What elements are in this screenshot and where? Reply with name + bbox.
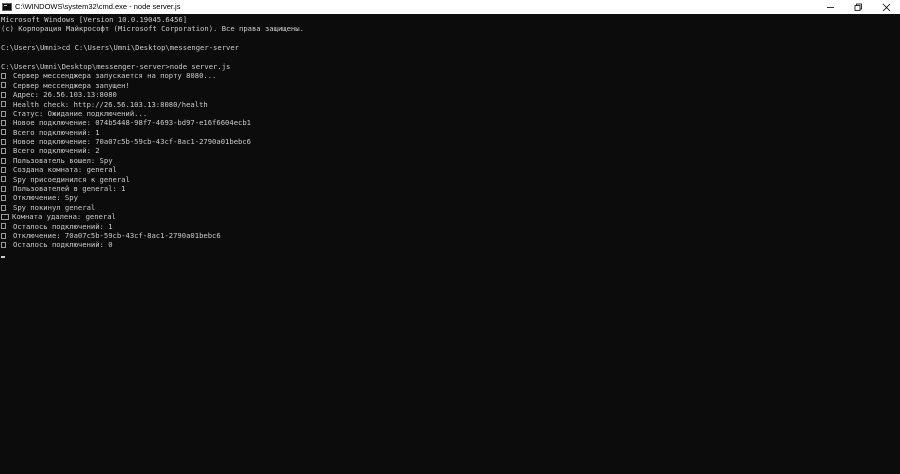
- console-line: Пользователь вошел: Spy: [1, 156, 897, 165]
- unknown-glyph-icon: [1, 82, 6, 89]
- console-line: Spy покинул general: [1, 203, 897, 212]
- console-line-text: Отключение: Spy: [13, 193, 78, 203]
- unknown-glyph-icon: [1, 232, 6, 239]
- title-bar[interactable]: C:\WINDOWS\system32\cmd.exe - node serve…: [0, 0, 900, 14]
- console-line: Health check: http://26.56.103.13:8080/h…: [1, 100, 897, 109]
- console-output[interactable]: Microsoft Windows [Version 10.0.19045.64…: [1, 15, 897, 470]
- unknown-glyph-icon: [1, 129, 6, 136]
- console-line-text: Пользователь вошел: Spy: [13, 155, 113, 165]
- console-line-text: Spy покинул general: [13, 202, 96, 212]
- console-line-text: Комната удалена: general: [12, 212, 116, 222]
- console-line: Комната удалена: general: [1, 212, 897, 221]
- console-line-text: Адрес: 26.56.103.13:8080: [13, 90, 117, 100]
- console-line: Осталось подключений: 0: [1, 240, 897, 249]
- close-button[interactable]: [872, 0, 900, 14]
- console-line-text: Осталось подключений: 0: [13, 240, 113, 250]
- unknown-glyph-icon: [1, 110, 6, 117]
- console-line-text: Health check: http://26.56.103.13:8080/h…: [13, 99, 208, 109]
- unknown-glyph-icon: [1, 101, 6, 108]
- console-line: (c) Корпорация Майкрософт (Microsoft Cor…: [1, 24, 897, 33]
- unknown-glyph-icon: [1, 223, 6, 230]
- text-cursor: [1, 255, 5, 258]
- cmd-window: C:\WINDOWS\system32\cmd.exe - node serve…: [0, 0, 900, 474]
- console-line-text: Статус: Ожидание подключений...: [13, 108, 148, 118]
- unknown-glyph-icon: [1, 73, 6, 80]
- minimize-icon: [826, 6, 834, 8]
- console-line: Отключение: Spy: [1, 193, 897, 202]
- unknown-glyph-icon: [1, 176, 6, 183]
- unknown-glyph-icon: [1, 91, 6, 98]
- unknown-glyph-icon: [1, 166, 6, 173]
- console-line: Новое подключение: 70a07c5b-59cb-43cf-8a…: [1, 137, 897, 146]
- unknown-glyph-icon: [1, 148, 6, 155]
- console-line: Microsoft Windows [Version 10.0.19045.64…: [1, 15, 897, 24]
- console-line: Spy присоединился к general: [1, 175, 897, 184]
- prompt-line[interactable]: [1, 250, 897, 259]
- console-line-text: Всего подключений: 2: [13, 146, 100, 156]
- console-line: Адрес: 26.56.103.13:8080: [1, 90, 897, 99]
- console-line: Сервер мессенджера запущен!: [1, 81, 897, 90]
- cmd-icon[interactable]: [2, 3, 12, 11]
- maximize-icon: [854, 3, 862, 11]
- console-line: Создана комната: general: [1, 165, 897, 174]
- unknown-glyph-icon: [1, 157, 6, 164]
- unknown-glyph-icon: [1, 185, 6, 192]
- console-line-text: Сервер мессенджера запущен!: [13, 80, 130, 90]
- console-line: Новое подключение: 074b5448-98f7-4693-bd…: [1, 118, 897, 127]
- console-line-text: (c) Корпорация Майкрософт (Microsoft Cor…: [1, 24, 304, 34]
- console-line: Всего подключений: 1: [1, 128, 897, 137]
- console-line-text: Отключение: 70a07c5b-59cb-43cf-8ac1-2790…: [13, 230, 221, 240]
- console-line-text: Осталось подключений: 1: [13, 221, 113, 231]
- console-line-text: Создана комната: general: [13, 165, 117, 175]
- console-line-text: Новое подключение: 70a07c5b-59cb-43cf-8a…: [13, 137, 251, 147]
- console-line-text: C:\Users\Umni\Desktop\messenger-server>n…: [1, 61, 231, 71]
- window-title: C:\WINDOWS\system32\cmd.exe - node serve…: [15, 2, 181, 11]
- unknown-glyph-icon: [1, 204, 6, 211]
- console-line-text: Всего подключений: 1: [13, 127, 100, 137]
- console-line: Сервер мессенджера запускается на порту …: [1, 71, 897, 80]
- unknown-glyph-icon: [1, 242, 6, 249]
- console-line: C:\Users\Umni>cd C:\Users\Umni\Desktop\m…: [1, 43, 897, 52]
- unknown-glyph-icon: [1, 213, 9, 220]
- console-line: Статус: Ожидание подключений...: [1, 109, 897, 118]
- console-line: Осталось подключений: 1: [1, 222, 897, 231]
- console-line: Пользователей в general: 1: [1, 184, 897, 193]
- console-line-text: Пользователей в general: 1: [13, 184, 126, 194]
- close-icon: [882, 3, 890, 11]
- unknown-glyph-icon: [1, 138, 6, 145]
- console-line-text: C:\Users\Umni>cd C:\Users\Umni\Desktop\m…: [1, 43, 239, 53]
- console-line: C:\Users\Umni\Desktop\messenger-server>n…: [1, 62, 897, 71]
- window-controls: [816, 0, 900, 14]
- unknown-glyph-icon: [1, 119, 6, 126]
- maximize-button[interactable]: [844, 0, 872, 14]
- console-line-text: Spy присоединился к general: [13, 174, 130, 184]
- console-line-text: Сервер мессенджера запускается на порту …: [13, 71, 217, 81]
- minimize-button[interactable]: [816, 0, 844, 14]
- console-line: Всего подключений: 2: [1, 146, 897, 155]
- console-line-text: Microsoft Windows [Version 10.0.19045.64…: [1, 15, 188, 24]
- unknown-glyph-icon: [1, 195, 6, 202]
- console-line: Отключение: 70a07c5b-59cb-43cf-8ac1-2790…: [1, 231, 897, 240]
- console-line-text: Новое подключение: 074b5448-98f7-4693-bd…: [13, 118, 251, 128]
